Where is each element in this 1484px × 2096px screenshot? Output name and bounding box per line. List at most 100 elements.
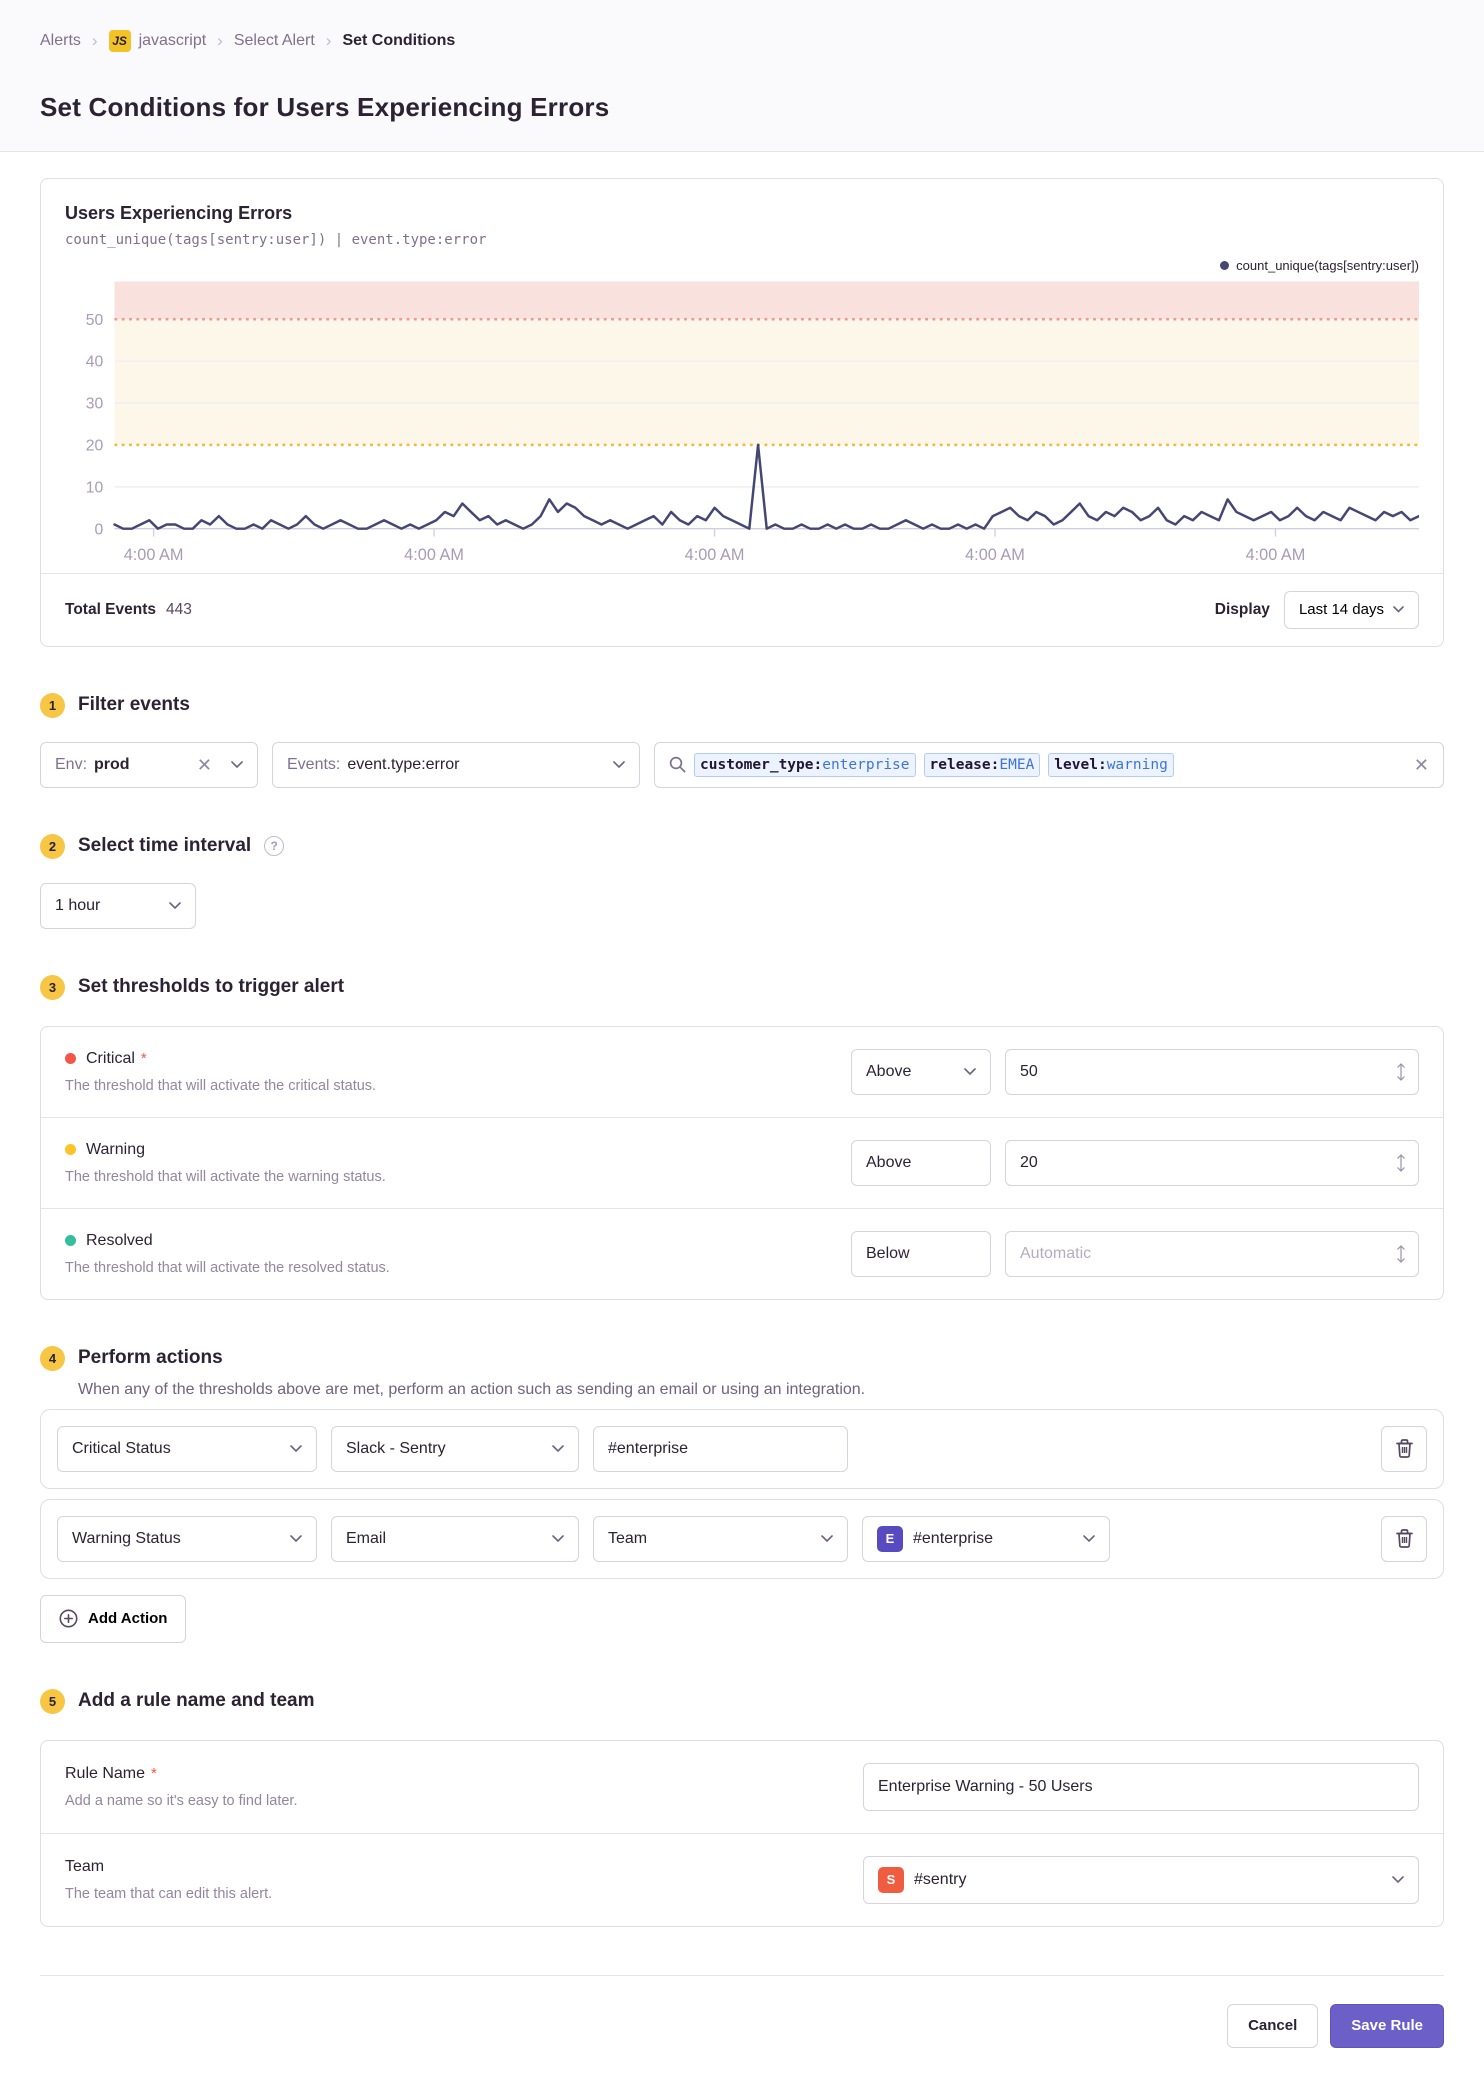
chevron-down-icon [1392, 1876, 1404, 1884]
rule-panel: Rule Name * Add a name so it's easy to f… [40, 1739, 1444, 1927]
svg-text:20: 20 [86, 438, 104, 455]
stepper-icon[interactable] [1396, 1245, 1406, 1263]
events-chart-panel: Users Experiencing Errors count_unique(t… [40, 178, 1444, 647]
sentry-team-avatar: S [878, 1866, 904, 1893]
perform-actions-description: When any of the thresholds above are met… [78, 1380, 866, 1398]
search-token-customer-type[interactable]: customer_type: enterprise [694, 752, 916, 777]
event-types-value: event.type:error [347, 755, 460, 773]
search-clear-icon[interactable]: ✕ [1414, 756, 1429, 774]
add-action-button[interactable]: Add Action [40, 1594, 187, 1643]
display-range-dropdown[interactable]: Last 14 days [1283, 590, 1419, 629]
svg-text:4:00 AM: 4:00 AM [1246, 546, 1306, 564]
delete-action-button[interactable] [1381, 1425, 1427, 1472]
critical-value-input[interactable] [1020, 1062, 1388, 1081]
javascript-platform-icon: JS [108, 30, 131, 52]
cancel-button[interactable]: Cancel [1227, 2003, 1319, 2048]
warning-description: The threshold that will activate the war… [65, 1168, 386, 1185]
event-types-select[interactable]: Events: event.type:error [272, 741, 640, 788]
critical-label: Critical [86, 1049, 135, 1067]
environment-value: prod [94, 755, 130, 773]
svg-text:0: 0 [94, 521, 103, 538]
svg-text:4:00 AM: 4:00 AM [965, 546, 1025, 564]
warning-value-field [1005, 1139, 1419, 1186]
search-icon [669, 756, 686, 773]
action-team-value: #enterprise [913, 1529, 994, 1547]
resolved-operator-value: Below [866, 1244, 910, 1262]
chart-query: count_unique(tags[sentry:user]) | event.… [65, 232, 487, 248]
chevron-down-icon [290, 1535, 302, 1543]
section-perform-actions: 4 Perform actions [40, 1345, 1444, 1371]
environment-clear-icon[interactable]: ✕ [197, 756, 212, 774]
help-icon[interactable]: ? [264, 836, 285, 857]
critical-status-dot [65, 1053, 76, 1065]
resolved-value-input[interactable] [1020, 1244, 1388, 1263]
breadcrumb-alerts[interactable]: Alerts [40, 32, 81, 50]
action-target-type-select[interactable]: Team [593, 1515, 848, 1562]
enterprise-team-avatar: E [877, 1525, 903, 1552]
events-chart: 0 10 20 30 40 50 4:00 AM 4:00 AM 4:00 AM 4:00 AM 4… [41, 273, 1443, 573]
action-row-critical: Critical Status Slack - Sentry [40, 1408, 1444, 1489]
save-rule-button[interactable]: Save Rule [1330, 2003, 1444, 2048]
environment-select[interactable]: Env: prod ✕ [40, 741, 258, 788]
legend-series-dot [1220, 261, 1230, 270]
step-3-badge: 3 [40, 974, 65, 1000]
action-trigger-value: Critical Status [72, 1439, 171, 1457]
rule-name-field [863, 1762, 1419, 1811]
action-row-warning: Warning Status Email Team E #enterprise [40, 1498, 1444, 1579]
required-asterisk: * [151, 1765, 157, 1783]
event-types-prefix: Events: [287, 755, 341, 773]
chart-legend: count_unique(tags[sentry:user]) [41, 248, 1443, 273]
action-team-select[interactable]: E #enterprise [862, 1515, 1110, 1562]
action-service-select[interactable]: Slack - Sentry [331, 1425, 579, 1472]
stepper-icon[interactable] [1396, 1154, 1406, 1172]
critical-description: The threshold that will activate the cri… [65, 1077, 377, 1094]
delete-action-button[interactable] [1381, 1515, 1427, 1562]
chart-footer: Total Events 443 Display Last 14 days [41, 572, 1443, 646]
svg-text:50: 50 [86, 312, 104, 329]
action-trigger-select[interactable]: Warning Status [57, 1515, 317, 1562]
legend-series-label: count_unique(tags[sentry:user]) [1236, 258, 1419, 273]
token-value: EMEA [999, 756, 1035, 773]
token-key: release: [929, 756, 1000, 773]
chevron-down-icon [821, 1535, 833, 1543]
search-token-release[interactable]: release: EMEA [923, 752, 1041, 777]
warning-operator-value: Above [866, 1153, 912, 1171]
section-thresholds: 3 Set thresholds to trigger alert [40, 974, 1444, 1000]
breadcrumb-select-alert[interactable]: Select Alert [234, 32, 315, 50]
action-channel-input[interactable] [608, 1439, 833, 1458]
action-trigger-select[interactable]: Critical Status [57, 1425, 317, 1472]
section-perform-actions-title: Perform actions [78, 1347, 223, 1369]
critical-operator-select[interactable]: Above [851, 1048, 991, 1095]
breadcrumb-set-conditions: Set Conditions [342, 32, 456, 49]
warning-operator-box: Above [851, 1139, 991, 1186]
breadcrumb: Alerts › JS javascript › Select Alert › … [40, 30, 1444, 52]
action-service-select[interactable]: Email [331, 1515, 579, 1562]
breadcrumb-separator: › [91, 31, 98, 50]
section-rule-name-title: Add a rule name and team [78, 1690, 315, 1712]
svg-text:4:00 AM: 4:00 AM [404, 546, 464, 564]
chevron-down-icon [231, 761, 243, 769]
critical-value-field [1005, 1048, 1419, 1095]
time-interval-value: 1 hour [55, 896, 101, 914]
search-filter-input[interactable]: customer_type: enterprise release: EMEA le… [654, 741, 1444, 788]
stepper-icon[interactable] [1396, 1063, 1406, 1081]
critical-threshold-row: Critical * The threshold that will activ… [41, 1027, 1443, 1117]
thresholds-panel: Critical * The threshold that will activ… [40, 1025, 1444, 1300]
search-token-level[interactable]: level: warning [1048, 752, 1174, 777]
rule-name-row: Rule Name * Add a name so it's easy to f… [41, 1741, 1443, 1833]
time-interval-select[interactable]: 1 hour [40, 882, 196, 929]
trash-icon [1395, 1529, 1413, 1549]
breadcrumb-project[interactable]: JS javascript [108, 30, 206, 52]
team-select[interactable]: S #sentry [863, 1855, 1419, 1904]
chevron-down-icon [290, 1445, 302, 1453]
svg-text:30: 30 [86, 396, 104, 413]
svg-text:4:00 AM: 4:00 AM [124, 546, 184, 564]
resolved-value-field [1005, 1230, 1419, 1277]
step-1-badge: 1 [40, 692, 65, 718]
warning-value-input[interactable] [1020, 1153, 1388, 1172]
section-thresholds-title: Set thresholds to trigger alert [78, 976, 345, 998]
token-value: warning [1106, 756, 1168, 773]
display-range-value: Last 14 days [1298, 601, 1384, 619]
rule-name-input[interactable] [878, 1777, 1406, 1796]
team-select-value: #sentry [914, 1870, 967, 1888]
